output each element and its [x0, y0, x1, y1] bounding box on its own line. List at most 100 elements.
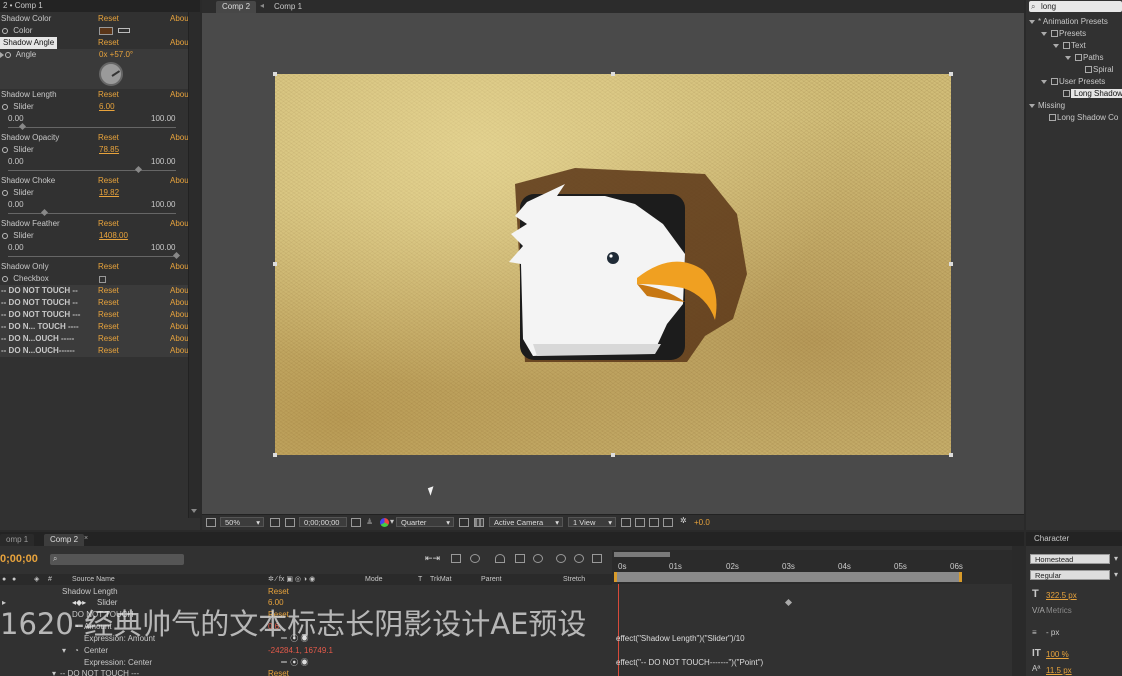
- timeline-timecode[interactable]: 0;00;00: [0, 553, 38, 565]
- stopwatch-icon[interactable]: [2, 275, 8, 282]
- timeline-layer-row[interactable]: ▾ ◔ Center -24284.1, 16749.1: [0, 645, 612, 657]
- angle-dial[interactable]: [99, 62, 123, 86]
- tree-item[interactable]: Text: [1026, 40, 1122, 52]
- grid-icon[interactable]: [270, 518, 280, 527]
- timeline-icon[interactable]: [649, 518, 659, 527]
- expand-arrow-icon[interactable]: [0, 51, 4, 58]
- canvas-handle[interactable]: [611, 453, 615, 457]
- graph-editor-icon[interactable]: [592, 554, 602, 563]
- live-update-icon[interactable]: [451, 554, 461, 563]
- about-link[interactable]: Abou: [170, 218, 188, 230]
- slider-value[interactable]: 78.85: [99, 144, 119, 156]
- effect-row-shadow-length[interactable]: Shadow Length Reset Abou: [0, 89, 188, 101]
- about-link[interactable]: Abou: [170, 37, 188, 49]
- expand-arrow-icon[interactable]: ▾: [62, 645, 66, 657]
- effect-row-shadow-feather[interactable]: Shadow Feather Reset Abou: [0, 218, 188, 230]
- mode-header[interactable]: Mode: [365, 574, 383, 585]
- slider-value[interactable]: 1408.00: [99, 230, 128, 242]
- layer-value[interactable]: -24284.1, 16749.1: [268, 645, 333, 657]
- timeline-scrollbar[interactable]: [1012, 546, 1024, 676]
- preset-search-input[interactable]: ⌕ long: [1029, 1, 1122, 12]
- slider-value[interactable]: 6.00: [99, 101, 115, 113]
- effect-row-donot[interactable]: -- DO N...OUCH------ Reset Abou: [0, 345, 188, 357]
- canvas-handle[interactable]: [949, 453, 953, 457]
- tree-item-selected[interactable]: Long Shadow: [1026, 88, 1122, 100]
- keyframe-marker[interactable]: [784, 598, 793, 607]
- reset-link[interactable]: Reset: [98, 89, 119, 101]
- motion-blur-icon[interactable]: [533, 554, 543, 563]
- draft-3d-icon[interactable]: [470, 554, 480, 563]
- tab-comp-2[interactable]: Comp 2: [44, 534, 85, 546]
- expression-text[interactable]: effect("-- DO NOT TOUCH-------")("Point"…: [616, 658, 763, 667]
- source-name-header[interactable]: Source Name: [72, 574, 115, 585]
- effect-row-donot[interactable]: -- DO N... TOUCH ---- Reset Abou: [0, 321, 188, 333]
- breadcrumb[interactable]: Comp 1: [274, 1, 302, 13]
- t-header[interactable]: T: [418, 574, 422, 585]
- reset-link[interactable]: Reset: [98, 13, 119, 25]
- transparency-grid-icon[interactable]: [474, 518, 484, 527]
- canvas-handle[interactable]: [273, 72, 277, 76]
- trkmat-header[interactable]: TrkMat: [430, 574, 452, 585]
- effect-row-shadow-color[interactable]: Shadow Color Reset Abou: [0, 13, 188, 25]
- effect-controls-scrollbar[interactable]: [188, 12, 200, 518]
- tree-item[interactable]: Spiral: [1026, 64, 1122, 76]
- channel-icon[interactable]: [380, 518, 389, 527]
- about-link[interactable]: Abou: [170, 175, 188, 187]
- reset-link[interactable]: Reset: [98, 132, 119, 144]
- canvas-handle[interactable]: [949, 262, 953, 266]
- reset-link[interactable]: Reset: [98, 218, 119, 230]
- tree-item[interactable]: Presets: [1026, 28, 1122, 40]
- roi-icon[interactable]: [459, 518, 469, 527]
- eye-icon[interactable]: ●: [2, 574, 6, 585]
- angle-value[interactable]: 0x +57.0°: [99, 49, 133, 61]
- region-icon[interactable]: [206, 518, 216, 527]
- stopwatch-icon[interactable]: [2, 232, 8, 239]
- about-link[interactable]: Abou: [170, 321, 188, 333]
- about-link[interactable]: Abou: [170, 261, 188, 273]
- exposure-icon[interactable]: ✲: [680, 516, 687, 525]
- toggle-pixel-icon[interactable]: [621, 518, 631, 527]
- eyedropper-icon[interactable]: [118, 28, 130, 33]
- tree-item[interactable]: User Presets: [1026, 76, 1122, 88]
- stroke-width-value[interactable]: - px: [1046, 628, 1059, 637]
- about-link[interactable]: Abou: [170, 13, 188, 25]
- timecode-field[interactable]: 0;00;00;00: [299, 517, 347, 527]
- tree-item[interactable]: * Animation Presets: [1026, 16, 1122, 28]
- color-swatch[interactable]: [99, 27, 113, 35]
- tree-item[interactable]: Missing: [1026, 100, 1122, 112]
- canvas-handle[interactable]: [273, 453, 277, 457]
- work-area-bar[interactable]: [614, 552, 670, 557]
- tab-comp-2[interactable]: Comp 2: [216, 1, 257, 13]
- reset-link[interactable]: Reset: [98, 321, 119, 333]
- about-link[interactable]: Abou: [170, 285, 188, 297]
- stopwatch-icon[interactable]: [5, 51, 11, 58]
- reset-link[interactable]: Reset: [98, 333, 119, 345]
- effect-row-donot[interactable]: -- DO NOT TOUCH -- Reset Abou: [0, 285, 188, 297]
- parent-header[interactable]: Parent: [481, 574, 502, 585]
- effect-row-donot[interactable]: -- DO N...OUCH ----- Reset Abou: [0, 333, 188, 345]
- about-link[interactable]: Abou: [170, 309, 188, 321]
- font-size-value[interactable]: 322.5 px: [1046, 591, 1077, 600]
- stopwatch-icon[interactable]: [2, 146, 8, 153]
- vertical-scale-value[interactable]: 100 %: [1046, 650, 1069, 659]
- reset-link[interactable]: Reset: [98, 175, 119, 187]
- resolution-dropdown[interactable]: Quarter ▾: [396, 517, 454, 527]
- flowchart-icon[interactable]: [663, 518, 673, 527]
- effect-row-shadow-only[interactable]: Shadow Only Reset Abou: [0, 261, 188, 273]
- camera-icon[interactable]: [351, 518, 361, 527]
- effect-row-shadow-choke[interactable]: Shadow Choke Reset Abou: [0, 175, 188, 187]
- auto-keyframe-icon[interactable]: [574, 554, 584, 563]
- chevron-down-icon[interactable]: ▾: [1114, 554, 1118, 563]
- baseline-shift-value[interactable]: 11.5 px: [1046, 666, 1072, 675]
- scroll-down-arrow-icon[interactable]: [191, 509, 197, 513]
- reset-link[interactable]: Reset: [98, 309, 119, 321]
- slider-value[interactable]: 19.82: [99, 187, 119, 199]
- tree-item[interactable]: Long Shadow Co: [1026, 112, 1122, 124]
- fast-preview-icon[interactable]: [635, 518, 645, 527]
- stopwatch-icon[interactable]: [2, 103, 8, 110]
- effect-row-donot[interactable]: -- DO NOT TOUCH -- Reset Abou: [0, 297, 188, 309]
- tab-comp-1[interactable]: omp 1: [0, 534, 35, 546]
- about-link[interactable]: Abou: [170, 132, 188, 144]
- chevron-down-icon[interactable]: ▾: [1114, 570, 1118, 579]
- person-icon[interactable]: ♟: [366, 517, 373, 526]
